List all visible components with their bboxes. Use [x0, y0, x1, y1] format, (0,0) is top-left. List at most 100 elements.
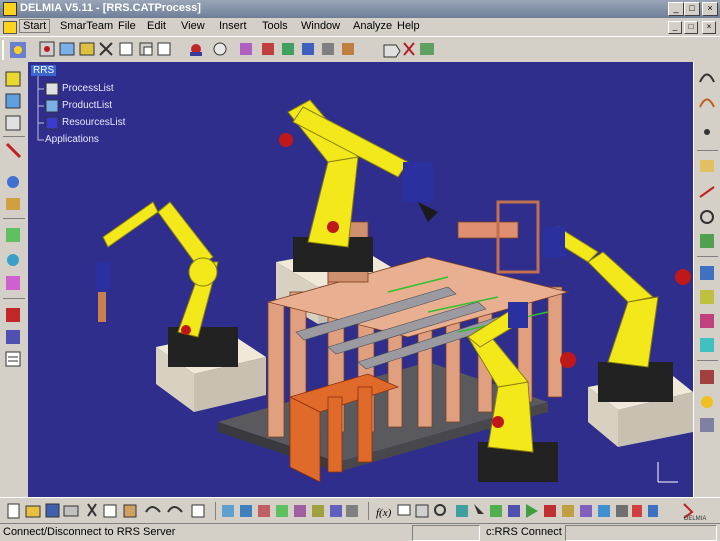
workbench-icon[interactable] [10, 42, 26, 58]
doc-minimize-button[interactable]: _ [668, 21, 682, 34]
rotate-view-icon[interactable] [700, 210, 714, 224]
move-icon[interactable] [157, 42, 171, 56]
graph-icon[interactable] [456, 505, 468, 517]
motion-icon[interactable] [5, 115, 21, 131]
rotate-icon[interactable] [240, 43, 252, 55]
publish-icon[interactable] [415, 504, 429, 518]
menu-file[interactable]: File [118, 20, 136, 32]
clash-detect-icon[interactable] [562, 505, 574, 517]
compass-axis-icon[interactable] [648, 457, 688, 487]
comment-icon[interactable] [397, 504, 411, 516]
compass-icon[interactable] [213, 42, 227, 56]
3d-viewport[interactable]: RRS ProcessList ProductList ResourcesLis… [28, 62, 693, 497]
ungroup-icon[interactable] [508, 505, 520, 517]
print-icon[interactable] [63, 505, 79, 517]
rotate-view2-icon[interactable] [276, 505, 288, 517]
zoom-in-icon[interactable] [294, 505, 306, 517]
cut-icon[interactable] [87, 503, 97, 517]
rrs-connect-field[interactable]: c:RRS Connect [486, 526, 562, 538]
clash-icon[interactable] [6, 330, 20, 344]
redo-icon[interactable] [167, 506, 183, 513]
measure-icon[interactable] [262, 43, 274, 55]
render-icon[interactable] [700, 370, 714, 384]
menu-insert[interactable]: Insert [219, 20, 247, 32]
sim-play-icon[interactable] [526, 504, 538, 518]
undo-icon[interactable] [145, 506, 161, 513]
specification-tree[interactable]: RRS ProcessList ProductList ResourcesLis… [28, 62, 228, 162]
path-icon[interactable] [5, 142, 22, 159]
tree-node-product-list[interactable]: ProductList [62, 100, 112, 111]
snap-icon[interactable] [190, 44, 202, 56]
point-icon[interactable] [704, 129, 710, 135]
robot-jog-icon[interactable] [5, 71, 21, 87]
menu-smarteam[interactable]: SmarTeam [60, 20, 113, 32]
paste-icon[interactable] [123, 504, 137, 518]
color-icon[interactable] [632, 505, 642, 517]
process-icon[interactable] [99, 42, 113, 56]
link-icon[interactable] [302, 43, 314, 55]
tool-icon[interactable] [342, 43, 354, 55]
search-icon[interactable] [434, 504, 446, 516]
new-file-icon[interactable] [7, 503, 20, 519]
fly-icon[interactable] [700, 290, 714, 304]
pan-icon[interactable] [700, 266, 714, 280]
sun-icon[interactable] [701, 396, 713, 408]
help-icon[interactable] [191, 504, 205, 518]
zoom-area-icon[interactable] [240, 505, 252, 517]
formula-icon[interactable]: f(x) [376, 507, 392, 519]
pan-view-icon[interactable] [258, 505, 270, 517]
close-button[interactable]: × [702, 2, 718, 16]
doc-restore-button[interactable]: □ [684, 21, 698, 34]
list-icon[interactable] [5, 351, 21, 367]
kinematics-icon[interactable] [6, 276, 20, 290]
group-icon[interactable] [490, 505, 502, 517]
zoom-icon[interactable] [700, 234, 714, 248]
save-icon[interactable] [45, 503, 60, 518]
spline-icon[interactable] [699, 73, 715, 83]
walk-icon[interactable] [700, 314, 714, 328]
menu-analyze[interactable]: Analyze [353, 20, 392, 32]
doc-close-button[interactable]: × [702, 21, 716, 34]
normal-view-icon[interactable] [700, 338, 714, 352]
fit-all-icon[interactable] [222, 505, 234, 517]
section-icon[interactable] [598, 505, 610, 517]
sim-stop-icon[interactable] [544, 505, 556, 517]
view-mode-icon[interactable] [346, 505, 358, 517]
gun-icon[interactable] [6, 198, 20, 210]
fog-icon[interactable] [700, 418, 714, 432]
activity-icon[interactable] [119, 42, 133, 56]
menu-edit[interactable]: Edit [147, 20, 166, 32]
home-icon[interactable] [6, 228, 20, 242]
shade-icon[interactable] [616, 505, 628, 517]
sequence-icon[interactable] [282, 43, 294, 55]
open-file-icon[interactable] [25, 505, 41, 518]
insert-resource-icon[interactable] [79, 42, 95, 56]
menu-help[interactable]: Help [397, 20, 420, 32]
normal-icon[interactable] [330, 505, 342, 517]
tree-root[interactable]: RRS [31, 65, 57, 76]
menu-view[interactable]: View [181, 20, 205, 32]
curve-icon[interactable] [699, 98, 715, 108]
distance-icon[interactable] [580, 505, 592, 517]
zoom-out-icon[interactable] [312, 505, 324, 517]
tree-node-process-list[interactable]: ProcessList [62, 83, 114, 94]
select-icon[interactable] [474, 504, 484, 514]
maximize-button[interactable]: □ [684, 2, 700, 16]
copy-icon[interactable] [103, 504, 117, 518]
target-icon[interactable] [7, 176, 19, 188]
tree-node-applications[interactable]: Applications [45, 134, 99, 145]
axis-icon[interactable] [699, 186, 715, 198]
menu-start[interactable]: Start [19, 19, 51, 33]
plane-icon[interactable] [700, 160, 714, 172]
menu-tools[interactable]: Tools [262, 20, 288, 32]
insert-product-icon[interactable] [59, 42, 75, 56]
cylinder-icon[interactable] [648, 505, 658, 517]
minimize-button[interactable]: _ [668, 2, 684, 16]
tag-icon[interactable] [383, 42, 434, 58]
menu-window[interactable]: Window [301, 20, 340, 32]
connect-icon[interactable] [322, 43, 334, 55]
frame-icon[interactable] [139, 42, 153, 56]
teach-icon[interactable] [5, 93, 21, 109]
command-input-field[interactable] [565, 525, 717, 541]
tree-node-resources-list[interactable]: ResourcesList [62, 117, 125, 128]
